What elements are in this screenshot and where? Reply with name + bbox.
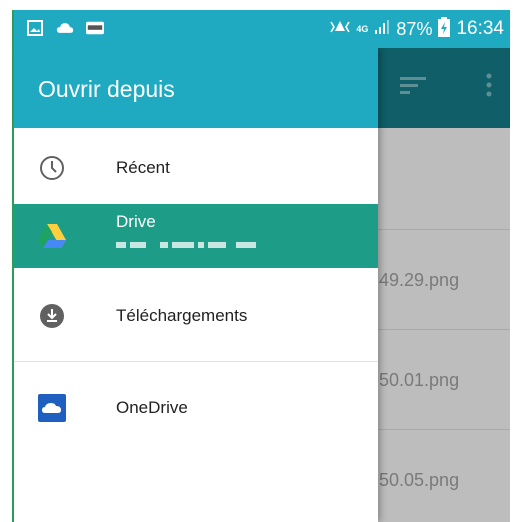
drawer-item-drive[interactable]: Drive bbox=[14, 204, 378, 268]
signal-icon bbox=[374, 19, 390, 40]
file-name: .50.01.png bbox=[374, 370, 460, 390]
drawer-item-label: OneDrive bbox=[116, 398, 188, 417]
file-name: .49.29.png bbox=[374, 270, 460, 290]
drawer-item-downloads[interactable]: Téléchargements bbox=[14, 288, 378, 344]
cloud-icon bbox=[56, 19, 74, 37]
drawer-item-label: Drive bbox=[116, 212, 156, 231]
good-app-icon bbox=[86, 19, 104, 37]
drawer-item-label: Téléchargements bbox=[116, 306, 248, 325]
vibrate-icon bbox=[330, 19, 351, 40]
onedrive-icon bbox=[38, 394, 66, 422]
battery-percent: 87% bbox=[396, 18, 433, 39]
drawer-divider bbox=[14, 361, 378, 362]
status-bar: 4G 87% 16:34 bbox=[14, 10, 510, 48]
network-type: 4G bbox=[356, 23, 369, 34]
drawer-item-recent[interactable]: Récent bbox=[14, 140, 378, 196]
sort-icon bbox=[400, 73, 426, 102]
open-from-drawer: Ouvrir depuis Récent Drive Téléchargemen… bbox=[14, 48, 378, 522]
screen-border bbox=[12, 10, 14, 522]
drawer-item-onedrive[interactable]: OneDrive bbox=[14, 380, 378, 436]
drawer-item-label: Récent bbox=[116, 158, 170, 177]
file-name: .50.05.png bbox=[374, 470, 460, 490]
notification-area bbox=[26, 19, 104, 37]
google-drive-icon bbox=[38, 222, 66, 250]
drawer-title: Ouvrir depuis bbox=[14, 48, 378, 128]
more-options-icon bbox=[486, 72, 492, 103]
clock-icon bbox=[38, 154, 66, 182]
battery-charging-icon bbox=[438, 16, 451, 42]
download-icon bbox=[38, 302, 66, 330]
account-email-redacted bbox=[116, 242, 256, 252]
clock: 16:34 bbox=[456, 18, 504, 39]
image-icon bbox=[26, 19, 44, 37]
system-status: 4G 87% 16:34 bbox=[330, 10, 504, 48]
